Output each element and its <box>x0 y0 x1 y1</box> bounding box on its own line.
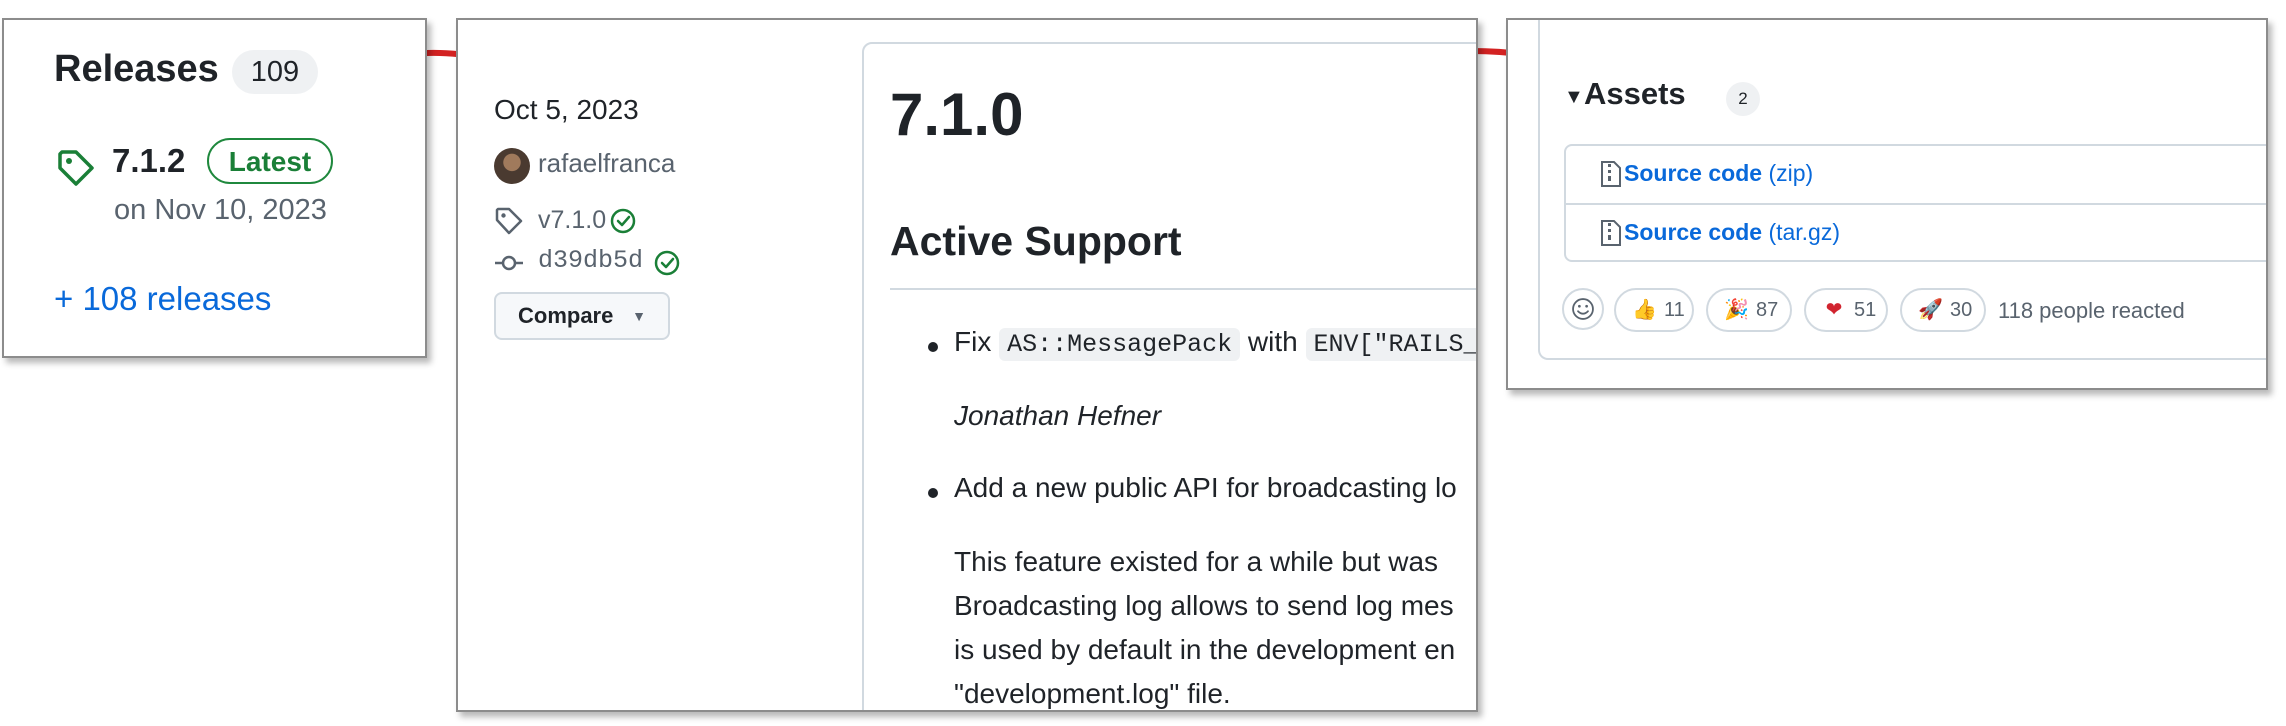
divider <box>890 288 1476 290</box>
latest-release-version[interactable]: 7.1.2 <box>112 142 185 180</box>
paragraph-line: Broadcasting log allows to send log mes <box>954 590 1454 621</box>
releases-count-badge: 109 <box>232 50 318 94</box>
releases-heading[interactable]: Releases <box>54 48 219 91</box>
reaction-count: 11 <box>1664 299 1685 321</box>
heart-icon: ❤ <box>1825 299 1843 321</box>
reaction-count: 30 <box>1950 299 1973 321</box>
compare-button-label: Compare <box>518 303 614 328</box>
release-date: Oct 5, 2023 <box>494 94 639 125</box>
verified-check-icon[interactable] <box>652 248 682 278</box>
bullet-icon <box>928 488 938 498</box>
tag-icon <box>495 207 523 235</box>
paragraph-line: is used by default in the development en <box>954 634 1456 665</box>
inline-code: AS::MessagePack <box>999 328 1241 361</box>
caret-down-icon[interactable]: ▼ <box>1564 86 1584 109</box>
asset-row[interactable]: Source code (tar.gz) <box>1566 203 2266 262</box>
list-item: Add a new public API for broadcasting lo <box>954 472 1457 503</box>
reaction-count: 87 <box>1756 299 1779 321</box>
thumbs-up-icon: 👍 <box>1632 299 1657 321</box>
releases-panel: Releases 109 7.1.2 Latest on Nov 10, 202… <box>2 18 427 358</box>
list-item-mid: with <box>1240 326 1306 357</box>
release-commit[interactable]: d39db5d <box>538 246 643 275</box>
section-heading: Active Support <box>890 218 1182 264</box>
reaction-count: 51 <box>1854 299 1877 321</box>
compare-button[interactable]: Compare ▼ <box>494 292 670 340</box>
file-zip-icon <box>1601 220 1621 246</box>
commit-icon <box>495 255 523 271</box>
asset-format: (zip) <box>1768 160 1814 186</box>
avatar[interactable] <box>494 148 530 184</box>
paragraph-line: This feature existed for a while but was <box>954 546 1439 577</box>
bullet-icon <box>928 342 938 352</box>
latest-release-date: on Nov 10, 2023 <box>114 194 327 226</box>
tag-icon <box>58 150 94 186</box>
list-item: Fix AS::MessagePack with ENV["RAILS_ <box>954 326 1476 361</box>
release-author[interactable]: rafaelfranca <box>538 148 675 179</box>
list-item-prefix: Fix <box>954 326 1000 357</box>
add-reaction-smiley-icon[interactable] <box>1562 288 1604 330</box>
asset-link-tar-gz[interactable]: Source code (tar.gz) <box>1624 219 1840 246</box>
assets-panel: ▼ Assets 2 Source code (zip) Source code… <box>1506 18 2268 390</box>
reaction-heart[interactable]: ❤ 51 <box>1804 288 1888 332</box>
inline-code: ENV["RAILS_ <box>1305 328 1476 361</box>
release-detail-panel: Oct 5, 2023 rafaelfranca v7.1.0 d39db5d … <box>456 18 1478 712</box>
asset-name: Source code <box>1624 219 1763 245</box>
asset-row[interactable]: Source code (zip) <box>1566 146 2266 203</box>
reaction-party[interactable]: 🎉 87 <box>1706 288 1792 332</box>
reaction-rocket[interactable]: 🚀 30 <box>1900 288 1986 332</box>
asset-link-zip[interactable]: Source code (zip) <box>1624 160 1813 187</box>
asset-name: Source code <box>1624 160 1763 186</box>
release-tag[interactable]: v7.1.0 <box>538 206 606 235</box>
verified-check-icon[interactable] <box>608 206 638 236</box>
rocket-icon: 🚀 <box>1918 299 1943 321</box>
chevron-down-icon: ▼ <box>632 308 646 324</box>
more-releases-link[interactable]: + 108 releases <box>54 280 271 318</box>
contributor-name: Jonathan Hefner <box>954 400 1162 431</box>
latest-badge: Latest <box>207 138 333 184</box>
assets-count-badge: 2 <box>1726 82 1760 116</box>
release-title: 7.1.0 <box>890 81 1024 148</box>
paragraph-line: "development.log" file. <box>954 678 1231 709</box>
party-popper-icon: 🎉 <box>1724 299 1749 321</box>
asset-format: (tar.gz) <box>1768 219 1841 245</box>
reaction-summary[interactable]: 118 people reacted <box>1998 298 2185 324</box>
file-zip-icon <box>1601 161 1621 187</box>
assets-list: Source code (zip) Source code (tar.gz) <box>1564 144 2266 262</box>
reaction-thumbs-up[interactable]: 👍 11 <box>1614 288 1694 332</box>
assets-heading[interactable]: Assets <box>1584 76 1686 112</box>
